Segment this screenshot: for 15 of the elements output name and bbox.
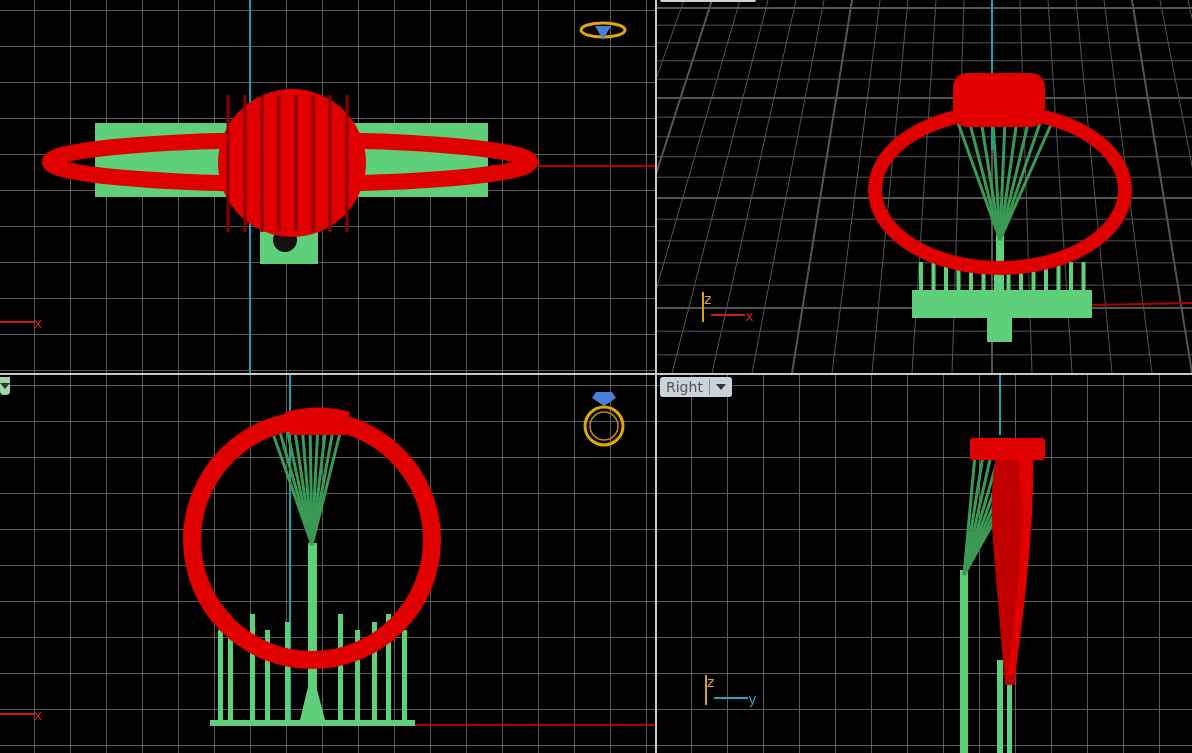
- caret-icon: [715, 384, 726, 390]
- viewport[interactable]: x: [0, 375, 655, 753]
- axis-label: x: [745, 309, 754, 323]
- axis-label: x: [34, 708, 43, 722]
- axis-label: z: [707, 675, 715, 689]
- viewport[interactable]: z y Right: [657, 375, 1192, 753]
- viewport-tab[interactable]: [0, 377, 10, 395]
- viewport[interactable]: x: [0, 0, 655, 373]
- axis-label: z: [704, 292, 712, 306]
- axis-label: y: [748, 692, 757, 706]
- viewport[interactable]: z x: [657, 0, 1192, 373]
- axis-label: x: [34, 316, 43, 330]
- axis-line: [999, 375, 1001, 436]
- caret-icon: [0, 383, 10, 389]
- viewport-tab[interactable]: Right: [660, 377, 732, 397]
